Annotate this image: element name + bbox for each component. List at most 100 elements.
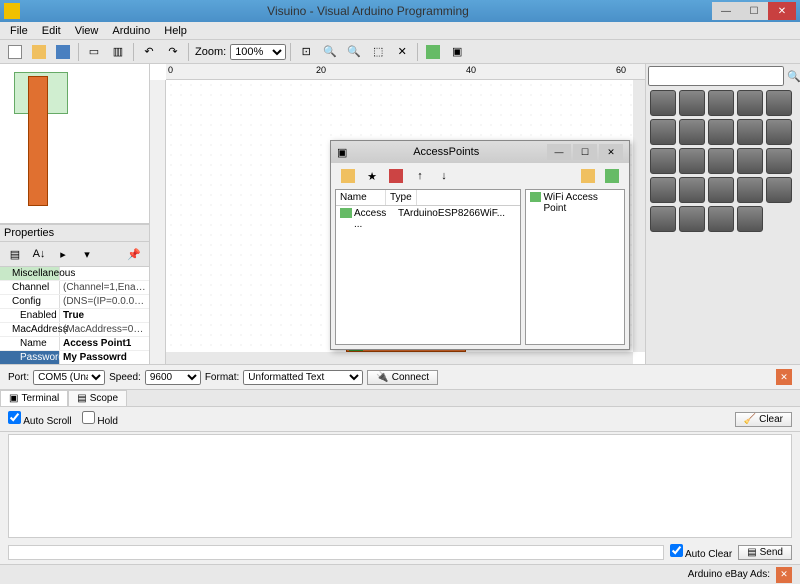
autoscroll-checkbox[interactable]: Auto Scroll	[8, 411, 72, 427]
pin-button[interactable]: ✕	[391, 42, 413, 62]
open-button[interactable]	[28, 42, 50, 62]
dialog-close-button[interactable]: ✕	[599, 144, 623, 160]
connect-icon: 🔌	[376, 372, 388, 383]
palette-item[interactable]	[650, 177, 676, 203]
dialog-maximize-button[interactable]: ☐	[573, 144, 597, 160]
palette-item[interactable]	[650, 119, 676, 145]
list-item[interactable]: WiFi Access Point	[526, 190, 624, 216]
palette-filter-button[interactable]: 🔍	[786, 66, 800, 86]
palette-item[interactable]	[650, 90, 676, 116]
palette-item[interactable]	[737, 119, 763, 145]
palette-item[interactable]	[679, 90, 705, 116]
overview-thumbnail[interactable]	[0, 64, 149, 224]
dlg-folder-button[interactable]	[577, 166, 599, 186]
dlg-star-button[interactable]: ★	[361, 166, 383, 186]
palette-item[interactable]	[766, 148, 792, 174]
tab-terminal[interactable]: ▣Terminal	[0, 390, 68, 406]
layout2-button[interactable]: ▥	[107, 42, 129, 62]
minimize-button[interactable]: —	[712, 2, 740, 20]
palette-item[interactable]	[737, 148, 763, 174]
ads-close-button[interactable]: ✕	[776, 567, 792, 583]
dlg-add-button[interactable]	[337, 166, 359, 186]
palette-item[interactable]	[708, 119, 734, 145]
layout1-button[interactable]: ▭	[83, 42, 105, 62]
undo-button[interactable]: ↶	[138, 42, 160, 62]
dialog-minimize-button[interactable]: —	[547, 144, 571, 160]
palette-search-input[interactable]	[648, 66, 784, 86]
close-button[interactable]: ✕	[768, 2, 796, 20]
zoom-select[interactable]: 100%	[230, 44, 286, 60]
port-select[interactable]: COM5 (Unava	[33, 370, 105, 385]
palette-item[interactable]	[766, 90, 792, 116]
palette-item[interactable]	[650, 206, 676, 232]
palette-item[interactable]	[737, 177, 763, 203]
prop-categorize-button[interactable]: ▤	[4, 244, 26, 264]
palette-item[interactable]	[766, 119, 792, 145]
palette-item[interactable]	[650, 148, 676, 174]
palette-item[interactable]	[679, 119, 705, 145]
scrollbar-horizontal[interactable]	[166, 352, 633, 364]
menu-edit[interactable]: Edit	[36, 23, 67, 39]
zoom-in-button[interactable]: 🔍	[319, 42, 341, 62]
palette-item[interactable]	[766, 177, 792, 203]
prop-expand-button[interactable]: ▸	[52, 244, 74, 264]
new-button[interactable]	[4, 42, 26, 62]
ruler-vertical	[150, 80, 166, 364]
prop-name[interactable]: Name	[0, 337, 60, 350]
menu-view[interactable]: View	[69, 23, 105, 39]
prop-mac[interactable]: MacAddress	[0, 323, 60, 336]
list-item[interactable]: Access ... TArduinoESP8266WiF...	[336, 206, 520, 232]
send-button[interactable]: ▤Send	[738, 545, 792, 560]
panel-close-button[interactable]: ✕	[776, 369, 792, 385]
scrollbar-vertical[interactable]	[633, 80, 645, 352]
zoom-fit-button[interactable]: ⊡	[295, 42, 317, 62]
menu-help[interactable]: Help	[158, 23, 193, 39]
dlg-wifi-button[interactable]	[601, 166, 623, 186]
palette-item[interactable]	[708, 148, 734, 174]
dlg-down-button[interactable]: ↓	[433, 166, 455, 186]
palette-item[interactable]	[737, 206, 763, 232]
dlg-delete-button[interactable]	[385, 166, 407, 186]
dialog-types-list[interactable]: WiFi Access Point	[525, 189, 625, 345]
palette-item[interactable]	[679, 177, 705, 203]
zoom-out-button[interactable]: 🔍	[343, 42, 365, 62]
property-grid[interactable]: Miscellaneous Channel(Channel=1,Enable..…	[0, 267, 149, 364]
col-type[interactable]: Type	[386, 190, 417, 205]
redo-button[interactable]: ↷	[162, 42, 184, 62]
menu-arduino[interactable]: Arduino	[106, 23, 156, 39]
send-input[interactable]	[8, 545, 664, 560]
palette-item[interactable]	[708, 177, 734, 203]
palette-item[interactable]	[679, 206, 705, 232]
autoclear-checkbox[interactable]: Auto Clear	[670, 544, 732, 560]
serial-button[interactable]: ▣	[446, 42, 468, 62]
palette-item[interactable]	[708, 206, 734, 232]
col-name[interactable]: Name	[336, 190, 386, 205]
accesspoints-dialog[interactable]: ▣ AccessPoints — ☐ ✕ ★ ↑ ↓ Name Type Acc…	[330, 140, 630, 350]
prop-config[interactable]: Config	[0, 295, 60, 308]
zoom-region-button[interactable]: ⬚	[367, 42, 389, 62]
upload-button[interactable]	[422, 42, 444, 62]
palette-item[interactable]	[679, 148, 705, 174]
terminal-output[interactable]	[8, 434, 792, 538]
clear-button[interactable]: 🧹Clear	[735, 412, 792, 427]
prop-collapse-button[interactable]: ▾	[76, 244, 98, 264]
palette-item[interactable]	[737, 90, 763, 116]
speed-select[interactable]: 9600	[145, 370, 201, 385]
maximize-button[interactable]: ☐	[740, 2, 768, 20]
prop-enabled[interactable]: Enabled	[0, 309, 60, 322]
prop-password[interactable]: Password	[0, 351, 60, 364]
dlg-up-button[interactable]: ↑	[409, 166, 431, 186]
hold-checkbox[interactable]: Hold	[82, 411, 118, 427]
dialog-list[interactable]: Name Type Access ... TArduinoESP8266WiF.…	[335, 189, 521, 345]
palette-item[interactable]	[708, 90, 734, 116]
prop-az-button[interactable]: A↓	[28, 244, 50, 264]
connect-button[interactable]: 🔌Connect	[367, 370, 438, 385]
menu-file[interactable]: File	[4, 23, 34, 39]
status-ads-label: Arduino eBay Ads:	[688, 569, 770, 580]
prop-channel[interactable]: Channel	[0, 281, 60, 294]
format-select[interactable]: Unformatted Text	[243, 370, 363, 385]
save-button[interactable]	[52, 42, 74, 62]
prop-category[interactable]: Miscellaneous	[0, 267, 60, 280]
tab-scope[interactable]: ▤Scope	[68, 390, 127, 406]
prop-pin-button[interactable]: 📌	[123, 244, 145, 264]
